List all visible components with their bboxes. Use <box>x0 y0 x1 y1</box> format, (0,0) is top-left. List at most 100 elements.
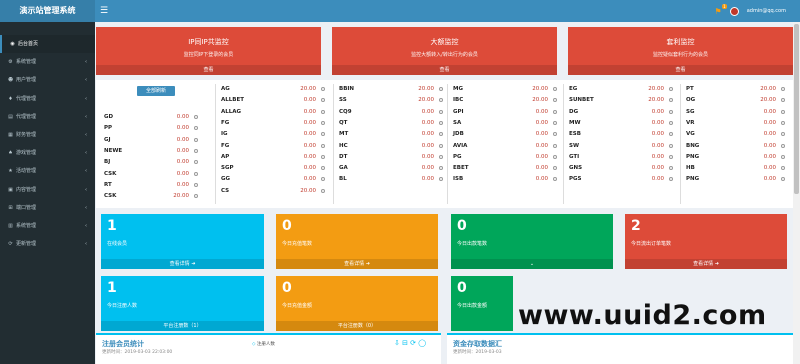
refresh-icon[interactable] <box>669 154 673 159</box>
refresh-icon[interactable] <box>439 98 443 103</box>
sidebar-item[interactable]: ▤ 代理管理 ‹ <box>0 108 95 126</box>
sidebar-item[interactable]: ⟳ 更新管理 ‹ <box>0 235 95 253</box>
sidebar-item[interactable]: ▦ 财务管理 ‹ <box>0 126 95 144</box>
sidebar-item[interactable]: ♦ 代理管理 ‹ <box>0 90 95 108</box>
refresh-icon[interactable] <box>439 154 443 159</box>
stat-card: 1 今日注册人数 平台注册数（1） <box>101 276 264 331</box>
stat-detail-link[interactable]: 平台注册数（0） <box>276 321 438 331</box>
sidebar-item[interactable]: ★ 活动管理 ‹ <box>0 162 95 180</box>
refresh-icon[interactable] <box>194 137 198 142</box>
refresh-icon[interactable] <box>194 194 198 199</box>
sidebar-item[interactable]: ◉ 后台首页 <box>0 35 95 54</box>
refresh-icon[interactable] <box>321 120 325 125</box>
refresh-icon[interactable] <box>669 166 673 171</box>
refresh-icon[interactable] <box>781 166 785 171</box>
refresh-icon[interactable] <box>553 87 557 91</box>
stat-value: 2 <box>631 218 641 234</box>
refresh-icon[interactable] <box>194 160 198 165</box>
refresh-icon[interactable] <box>321 166 325 171</box>
sidebar-item[interactable]: ☻ 用户管理 ‹ <box>0 71 95 89</box>
menu-toggle-icon[interactable]: ☰ <box>100 0 108 22</box>
refresh-icon[interactable] <box>781 154 785 159</box>
balance-row: PT 20.00 <box>686 84 786 94</box>
refresh-icon[interactable] <box>439 143 443 148</box>
platform-balance: 0.00 <box>421 142 434 149</box>
stat-value: 1 <box>107 218 117 234</box>
refresh-icon[interactable] <box>553 120 557 125</box>
stat-detail-link[interactable]: 查看详情 ➜ <box>101 259 264 269</box>
refresh-icon[interactable] <box>194 171 198 176</box>
refresh-icon[interactable] <box>321 87 325 91</box>
sidebar-item[interactable]: ♠ 游戏管理 ‹ <box>0 144 95 162</box>
view-link[interactable]: 查看 <box>568 65 793 75</box>
platform-name: FG <box>221 142 230 149</box>
sidebar-item[interactable]: ▥ 系统管理 ‹ <box>0 217 95 235</box>
refresh-icon[interactable] <box>553 166 557 171</box>
refresh-icon[interactable] <box>194 126 198 131</box>
refresh-icon[interactable] <box>194 182 198 187</box>
refresh-icon[interactable] <box>553 143 557 148</box>
refresh-icon[interactable] <box>669 87 673 91</box>
refresh-icon[interactable] <box>669 177 673 182</box>
refresh-icon[interactable] <box>781 109 785 114</box>
refresh-icon[interactable] <box>669 120 673 125</box>
sidebar-item-label: 用户管理 <box>16 77 37 84</box>
refresh-icon[interactable] <box>439 109 443 114</box>
notification-badge: 1 <box>722 3 727 9</box>
refresh-icon[interactable] <box>194 115 198 119</box>
refresh-icon[interactable] <box>781 98 785 103</box>
chevron-right-icon: ‹ <box>85 241 87 248</box>
sidebar-item[interactable]: ⚙ 系统管理 ‹ <box>0 53 95 71</box>
stat-detail-link[interactable]: 平台注册数（1） <box>101 321 264 331</box>
refresh-icon[interactable] <box>781 87 785 91</box>
platform-balance: 0.00 <box>535 142 548 149</box>
refresh-icon[interactable] <box>553 109 557 114</box>
refresh-all-button[interactable]: 全部刷新 <box>137 86 175 96</box>
avatar[interactable] <box>729 6 739 16</box>
refresh-icon[interactable] <box>669 98 673 103</box>
stat-detail-link[interactable]: ⌄ <box>451 259 613 269</box>
refresh-icon[interactable] <box>439 87 443 91</box>
refresh-icon[interactable] <box>321 154 325 159</box>
view-link[interactable]: 查看 <box>96 65 321 75</box>
scrollbar-thumb[interactable] <box>794 24 799 194</box>
sidebar-item[interactable]: ▣ 内容管理 ‹ <box>0 181 95 199</box>
sidebar-item[interactable]: ⊞ 端口管理 ‹ <box>0 199 95 217</box>
view-link[interactable]: 查看 <box>332 65 557 75</box>
refresh-icon[interactable] <box>321 132 325 137</box>
bell-icon[interactable]: ⚑ 1 <box>715 3 727 16</box>
refresh-icon[interactable] <box>553 132 557 137</box>
refresh-icon[interactable] <box>553 154 557 159</box>
refresh-icon[interactable] <box>781 177 785 182</box>
refresh-icon[interactable] <box>439 120 443 125</box>
refresh-icon[interactable] <box>321 177 325 182</box>
refresh-icon[interactable] <box>439 177 443 182</box>
refresh-icon[interactable] <box>553 177 557 182</box>
stat-card: 0 今日出款笔数 ⌄ <box>451 214 613 269</box>
user-email[interactable]: admin@qq.com <box>747 8 786 14</box>
page-scrollbar[interactable] <box>793 22 800 364</box>
refresh-icon[interactable] <box>669 109 673 114</box>
platform-name: EG <box>569 86 578 92</box>
refresh-icon[interactable] <box>321 98 325 103</box>
refresh-icon[interactable] <box>321 109 325 114</box>
stat-card: 0 今日充值笔数 查看详情 ➜ <box>276 214 438 269</box>
refresh-icon[interactable] <box>321 188 325 193</box>
refresh-icon[interactable] <box>194 148 198 153</box>
refresh-icon[interactable] <box>669 132 673 137</box>
refresh-icon[interactable] <box>781 120 785 125</box>
refresh-icon[interactable] <box>553 98 557 103</box>
app-logo[interactable]: 演示站管理系统 <box>0 0 95 22</box>
refresh-icon[interactable] <box>669 143 673 148</box>
refresh-icon[interactable] <box>781 132 785 137</box>
stat-detail-link[interactable]: 查看详情 ➜ <box>625 259 787 269</box>
stat-detail-link[interactable]: 查看详情 ➜ <box>276 259 438 269</box>
refresh-icon[interactable] <box>321 143 325 148</box>
stat-value: 0 <box>282 218 292 234</box>
chart-tools-icon[interactable]: ⇩ ⊟ ⟳ ◯ <box>394 339 426 347</box>
refresh-icon[interactable] <box>439 166 443 171</box>
refresh-icon[interactable] <box>781 143 785 148</box>
refresh-icon[interactable] <box>439 132 443 137</box>
balance-row: ISB 0.00 <box>453 174 558 184</box>
platform-balance: 0.00 <box>763 165 776 172</box>
